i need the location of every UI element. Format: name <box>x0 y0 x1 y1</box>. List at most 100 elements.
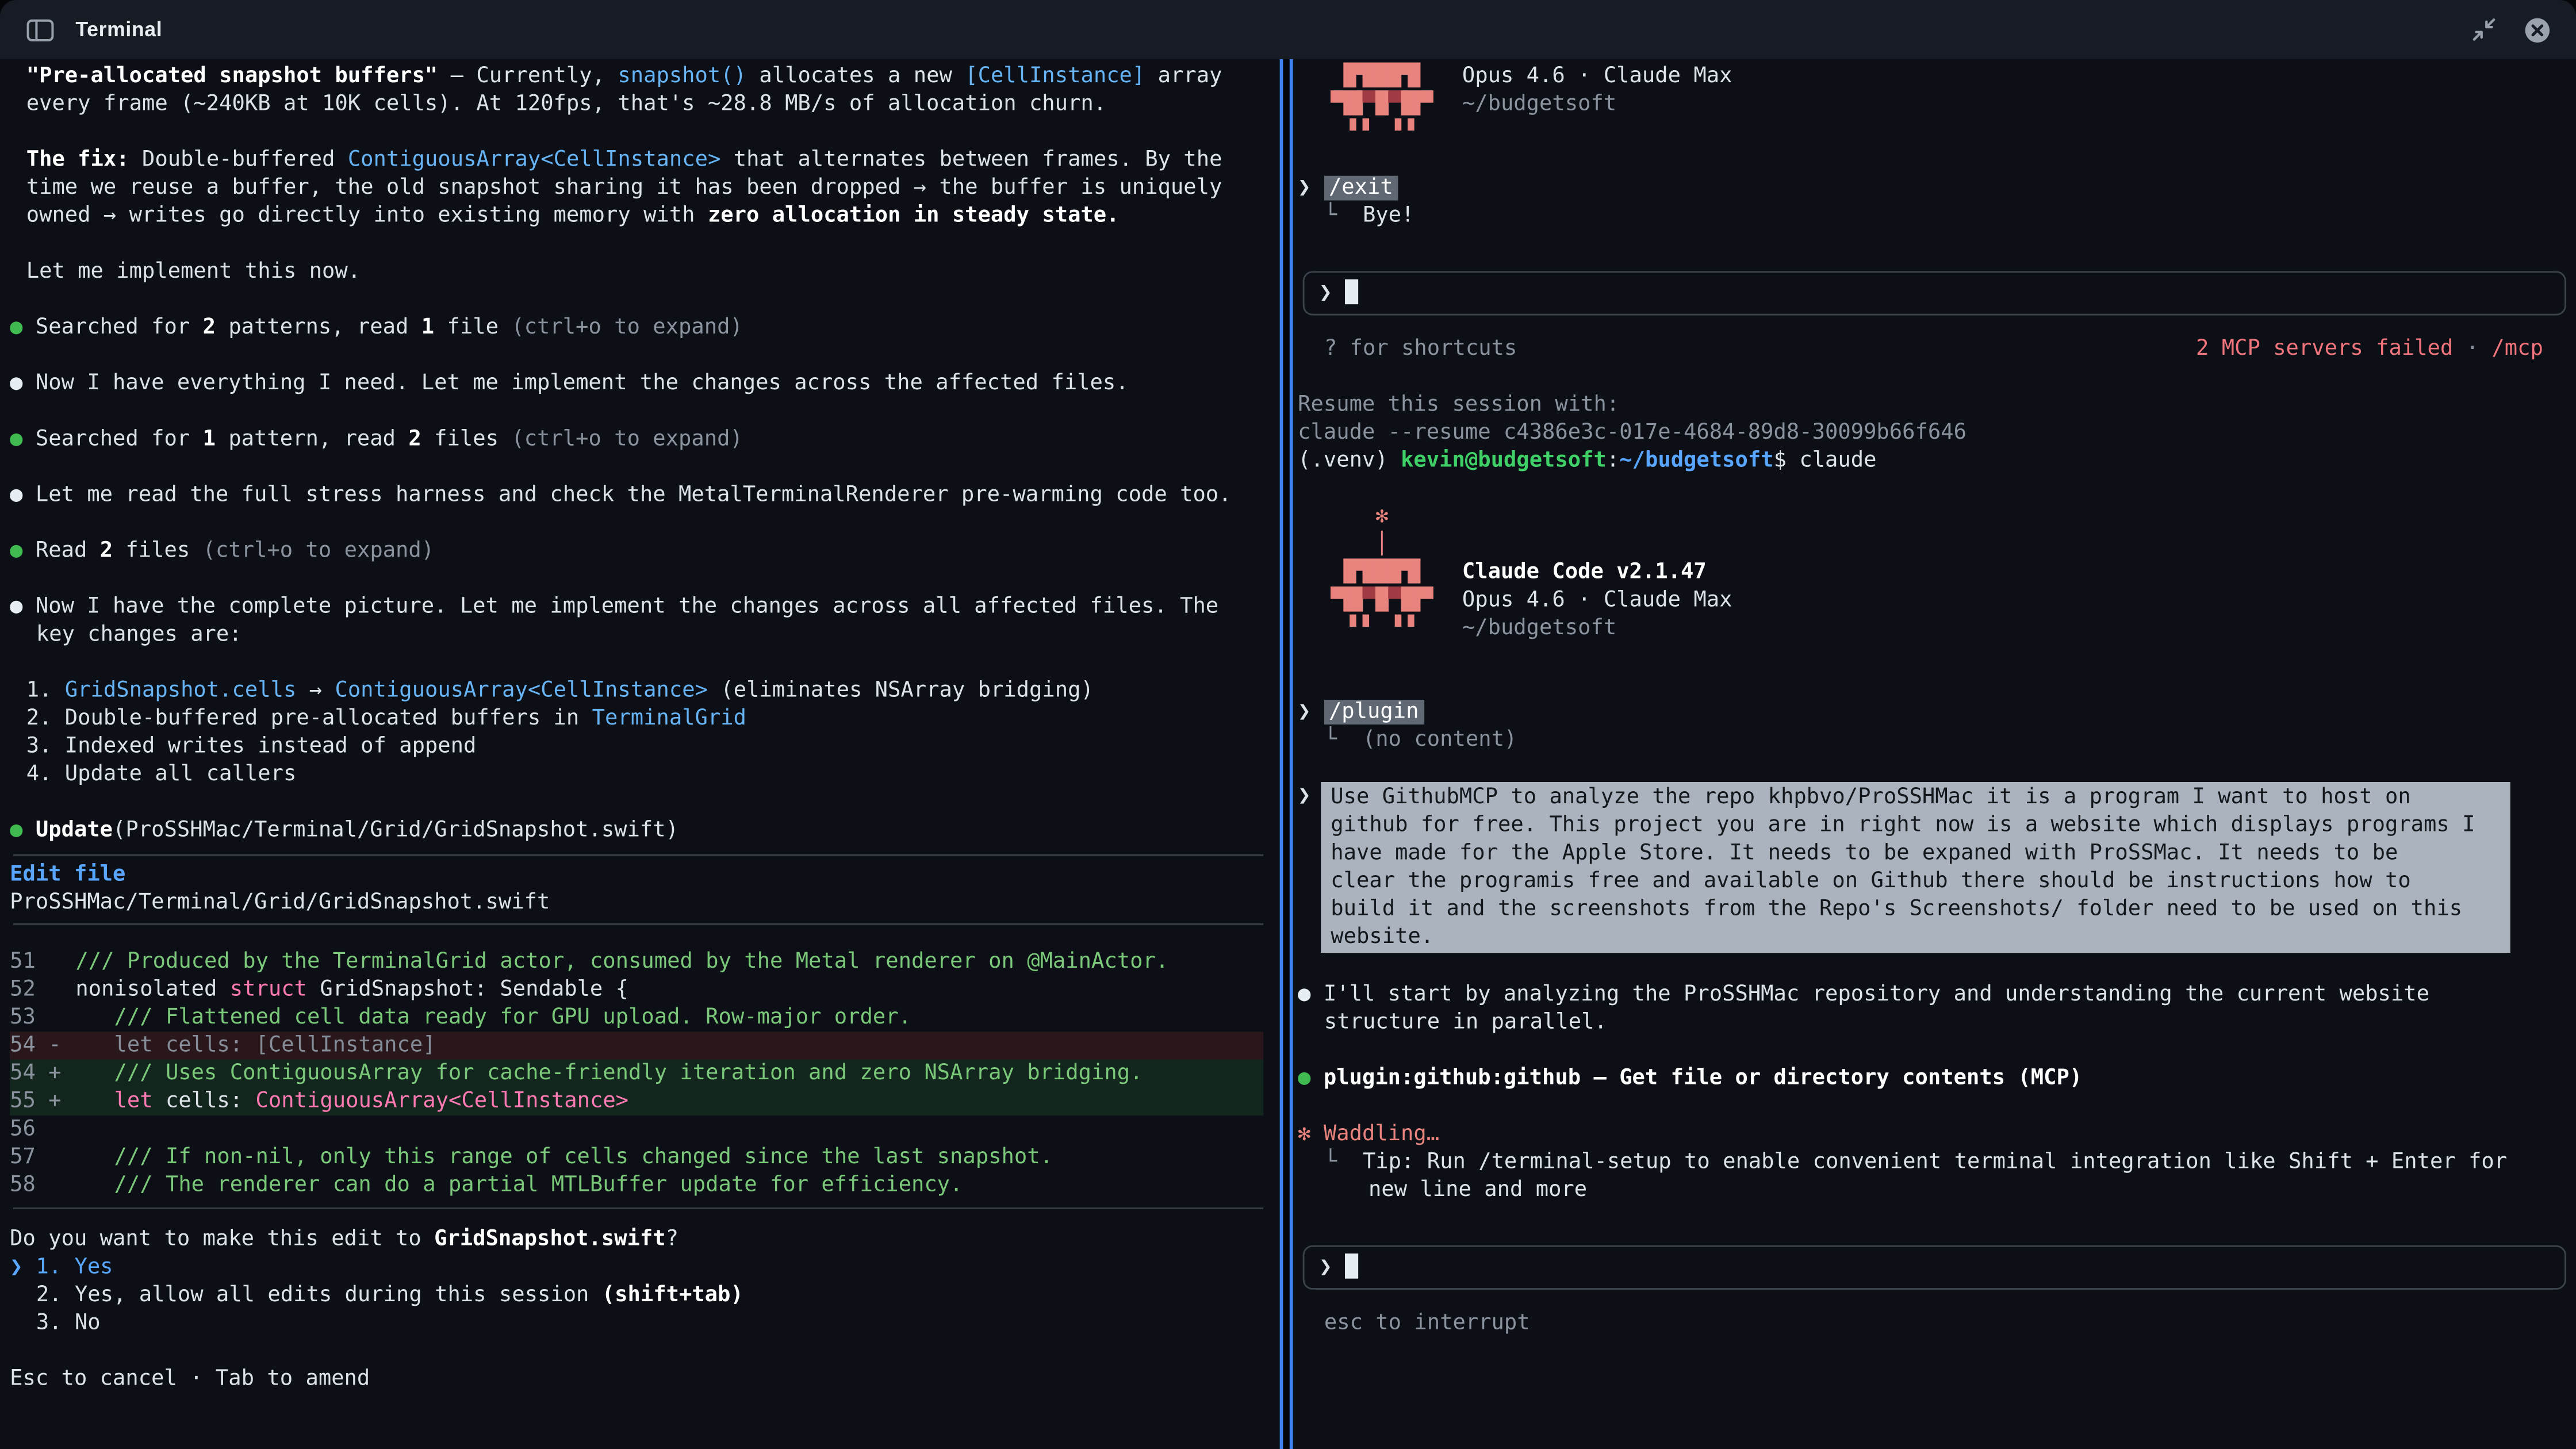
diff-line-context: 56 <box>10 1116 1263 1144</box>
screen: Terminal "Pre-allocated snapshot buffers… <box>0 0 2576 1449</box>
numbered-list-item: 3. Indexed writes instead of append <box>10 733 1280 761</box>
tool-summary-line[interactable]: ● Searched for 2 patterns, read 1 file (… <box>10 314 1280 342</box>
confirm-option-yes-all[interactable]: 2. Yes, allow all edits during this sess… <box>10 1282 1280 1310</box>
selection-caret-icon: ❯ <box>10 1255 22 1280</box>
assistant-bullet-line: ● Let me read the full stress harness an… <box>10 481 1280 509</box>
slash-command-plugin: /plugin <box>1324 700 1424 724</box>
cwd-label: ~/budgetsoft <box>1462 615 1732 643</box>
shell-prompt-line: (.venv) kevin@budgetsoft:~/budgetsoft$ c… <box>1298 447 2576 475</box>
model-label: Opus 4.6 · Claude Max <box>1462 63 1732 91</box>
edit-file-path: ProSSHMac/Terminal/Grid/GridSnapshot.swi… <box>10 889 1280 917</box>
spinner-line: ✻ Waddling… <box>1298 1121 2576 1149</box>
claude-input-box[interactable]: ❯█ <box>1303 271 2566 315</box>
user-message[interactable]: ❯ Use GithubMCP to analyze the repo khpb… <box>1298 782 2576 953</box>
assistant-text-line: Let me implement this now. <box>10 258 1280 286</box>
slash-command-line: ❯ /exit <box>1298 174 2576 202</box>
split-panes: "Pre-allocated snapshot buffers" — Curre… <box>0 59 2576 1449</box>
tip-line: new line and more <box>1298 1176 2576 1205</box>
selected-text-block[interactable]: Use GithubMCP to analyze the repo khpbvo… <box>1321 782 2510 953</box>
mcp-command-link: /mcp <box>2491 337 2543 362</box>
slash-command-exit: /exit <box>1324 176 1398 201</box>
bullet-icon: ● <box>10 371 22 396</box>
elbow-icon: └ <box>1324 204 1337 228</box>
diff-line-context: 58 /// The renderer can do a partial MTL… <box>10 1171 1263 1199</box>
diff-line-removed: 54 - let cells: [CellInstance] <box>10 1032 1263 1060</box>
claude-code-banner: ✻ │ ▐▛███▜▌ ▝▜█▀█▀█▛▘ ▘▘ ▝▝ Claude Code … <box>1298 503 2576 642</box>
status-bar: ? for shortcuts 2 MCP servers failed · /… <box>1298 335 2576 363</box>
claude-logo: ▐▛███▜▌ ▝▜█▀█▀█▛▘ ▘▘ ▝▝ <box>1324 63 1443 147</box>
tool-summary-line[interactable]: ● Searched for 1 pattern, read 2 files (… <box>10 425 1280 454</box>
diff-line-context: 53 /// Flattened cell data ready for GPU… <box>10 1004 1263 1032</box>
diff-line-added: 54 + /// Uses ContiguousArray for cache-… <box>10 1060 1263 1088</box>
resume-hint-label: Resume this session with: <box>1298 391 2576 419</box>
bullet-icon: ● <box>10 427 22 452</box>
assistant-text-line: every frame (~240KB at 10K cells). At 12… <box>10 90 1280 118</box>
elbow-icon: └ <box>1324 1150 1337 1175</box>
terminal-window: Terminal "Pre-allocated snapshot buffers… <box>0 0 2576 1449</box>
numbered-list-item: 1. GridSnapshot.cells → ContiguousArray<… <box>10 677 1280 705</box>
terminal-pane-right[interactable]: ▐▛███▜▌ ▝▜█▀█▀█▛▘ ▘▘ ▝▝ Opus 4.6 · Claud… <box>1290 59 2576 1449</box>
claude-input-box[interactable]: ❯█ <box>1303 1245 2566 1290</box>
window-title: Terminal <box>75 18 162 41</box>
spinner-icon: ✻ Waddling… <box>1298 1122 1439 1147</box>
terminal-pane-left[interactable]: "Pre-allocated snapshot buffers" — Curre… <box>0 59 1283 1449</box>
shell-path: ~/budgetsoft <box>1619 448 1773 473</box>
assistant-bullet-line: ● Now I have the complete picture. Let m… <box>10 593 1280 621</box>
bullet-icon: ● <box>10 818 22 843</box>
text-cursor: █ <box>1346 281 1358 306</box>
assistant-bullet-line: ● I'll start by analyzing the ProSSHMac … <box>1298 981 2576 1009</box>
command-output-line: └ Bye! <box>1298 202 2576 230</box>
assistant-text-line: "Pre-allocated snapshot buffers" — Curre… <box>10 63 1280 91</box>
edit-box-divider <box>13 923 1263 925</box>
confirm-question: Do you want to make this edit to GridSna… <box>10 1225 1280 1254</box>
bullet-icon: ● <box>10 483 22 508</box>
sidebar-toggle-icon[interactable] <box>23 13 56 46</box>
mcp-status[interactable]: 2 MCP servers failed · /mcp <box>2196 335 2543 363</box>
command-output-line: └ (no content) <box>1298 726 2576 754</box>
bullet-icon: ● <box>10 595 22 619</box>
bullet-icon: ● <box>10 539 22 564</box>
assistant-text-line: time we reuse a buffer, the old snapshot… <box>10 174 1280 202</box>
tool-summary-line[interactable]: ● Read 2 files (ctrl+o to expand) <box>10 537 1280 565</box>
edit-box-divider <box>13 1208 1263 1209</box>
assistant-bullet-line: ● Now I have everything I need. Let me i… <box>10 370 1280 398</box>
resume-command: claude --resume c4386e3c-017e-4684-89d8-… <box>1298 419 2576 447</box>
prompt-input[interactable]: ❯█ <box>1319 1254 2564 1282</box>
prompt-input[interactable]: ❯█ <box>1319 279 2564 308</box>
tip-line: └ Tip: Run /terminal-setup to enable con… <box>1298 1148 2576 1176</box>
confirm-option-no[interactable]: 3. No <box>10 1309 1280 1337</box>
diff-line-context: 51/// Produced by the TerminalGrid actor… <box>10 948 1263 976</box>
assistant-text-line: structure in parallel. <box>1298 1009 2576 1037</box>
tool-call-line: ● Update(ProSSHMac/Terminal/Grid/GridSna… <box>10 816 1280 845</box>
confirm-footer-hint: Esc to cancel · Tab to amend <box>10 1365 1280 1393</box>
pane-divider[interactable] <box>1283 59 1289 1449</box>
numbered-list-item: 4. Update all callers <box>10 761 1280 789</box>
bullet-icon: ● <box>10 316 22 340</box>
app-version-label: Claude Code v2.1.47 <box>1462 558 1732 586</box>
diff-line-added: 55 + let cells: ContiguousArray<CellInst… <box>10 1087 1263 1116</box>
bullet-icon: ● <box>1298 983 1310 1007</box>
elbow-icon: └ <box>1324 728 1337 753</box>
diff-line-context: 52nonisolated struct GridSnapshot: Senda… <box>10 976 1263 1004</box>
prompt-caret-icon: ❯ <box>1319 281 1332 306</box>
numbered-list-item: 2. Double-buffered pre-allocated buffers… <box>10 705 1280 733</box>
interrupt-hint: esc to interrupt <box>1298 1309 2576 1337</box>
bullet-icon: ● <box>1298 1066 1310 1091</box>
assistant-text-line: key changes are: <box>10 621 1280 649</box>
slash-command-line: ❯/plugin <box>1298 698 2576 726</box>
assistant-text-line: The fix: Double-buffered ContiguousArray… <box>10 146 1280 174</box>
claude-logo: ✻ │ ▐▛███▜▌ ▝▜█▀█▀█▛▘ ▘▘ ▝▝ <box>1324 503 1443 642</box>
assistant-text-line: owned → writes go directly into existing… <box>10 202 1280 230</box>
model-label: Opus 4.6 · Claude Max <box>1462 586 1732 615</box>
confirm-option-yes[interactable]: ❯1. Yes <box>10 1254 1280 1282</box>
close-window-icon[interactable] <box>2520 13 2553 46</box>
prompt-caret-icon: ❯ <box>1319 1255 1332 1280</box>
edit-file-header: Edit file <box>10 861 1280 889</box>
shell-user: kevin@budgetsoft <box>1401 448 1607 473</box>
prompt-caret-icon: ❯ <box>1298 176 1310 201</box>
diff-line-context: 57 /// If non-nil, only this range of ce… <box>10 1144 1263 1172</box>
cwd-label: ~/budgetsoft <box>1462 90 1732 118</box>
shortcuts-hint: ? for shortcuts <box>1298 335 1517 363</box>
claude-session-header: ▐▛███▜▌ ▝▜█▀█▀█▛▘ ▘▘ ▝▝ Opus 4.6 · Claud… <box>1298 63 2576 147</box>
collapse-window-icon[interactable] <box>2467 13 2500 46</box>
